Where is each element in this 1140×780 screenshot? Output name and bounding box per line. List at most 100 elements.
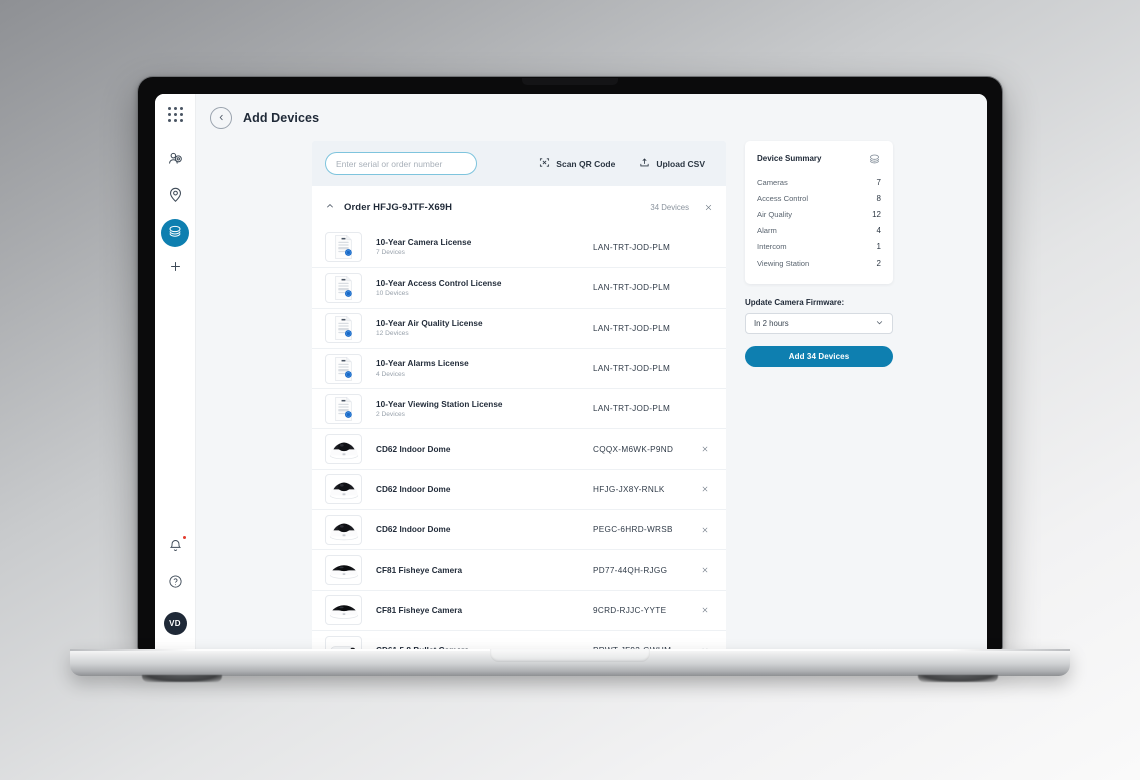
devices-stack-icon xyxy=(868,152,881,165)
remove-device-button[interactable] xyxy=(697,526,713,534)
table-row[interactable]: CD62 Indoor Dome PEGC-6HRD-WRSB xyxy=(312,509,726,549)
summary-row: Alarm 4 xyxy=(757,223,881,239)
order-title: Order HFJG-9JTF-X69H xyxy=(344,201,453,213)
remove-order-button[interactable] xyxy=(704,203,713,212)
upload-csv-button[interactable]: Upload CSV xyxy=(639,157,705,170)
device-serial: PD77-44QH-RJGG xyxy=(593,565,668,575)
scan-qr-code-label: Scan QR Code xyxy=(556,158,616,169)
summary-label: Access Control xyxy=(757,193,809,203)
avatar[interactable]: VD xyxy=(163,612,187,635)
table-row[interactable]: CD62 Indoor Dome CQQX-M6WK-P9ND xyxy=(312,428,726,468)
table-row[interactable]: CD61 5.8 Bullet CameraPRWT-JF92-GWHM xyxy=(312,629,726,651)
device-name: 10-Year Access Control License xyxy=(376,278,502,288)
device-serial: LAN-TRT-JOD-PLM xyxy=(593,323,671,333)
base-notch xyxy=(490,649,650,662)
device-serial: HFJG-JX8Y-RNLK xyxy=(593,484,665,494)
table-row[interactable]: 10-Year Camera License 7 Devices LAN-TRT-J… xyxy=(312,227,726,267)
table-row[interactable]: 10-Year Access Control License 10 Devices… xyxy=(312,267,726,307)
license-document-thumbnail xyxy=(325,353,362,384)
chevron-up-icon[interactable] xyxy=(325,198,335,216)
table-row[interactable]: CF81 Fisheye Camera 9CRD-RJJC-YYTE xyxy=(312,589,726,630)
bell-icon xyxy=(168,538,183,558)
device-serial: CQQX-M6WK-P9ND xyxy=(593,444,674,454)
row-text: CD62 Indoor Dome xyxy=(376,485,593,494)
content-area: Add Devices Enter serial or order number… xyxy=(196,94,987,651)
order-header[interactable]: Order HFJG-9JTF-X69H 34 Devices xyxy=(312,186,726,227)
help-circle-icon xyxy=(168,574,183,594)
sidebar-item-locations[interactable] xyxy=(161,183,189,211)
chevron-down-icon xyxy=(875,318,884,329)
top-bar: Add Devices xyxy=(196,94,987,141)
add-devices-button[interactable]: Add 34 Devices xyxy=(745,346,893,368)
notifications-button[interactable] xyxy=(161,534,189,562)
search-input[interactable] xyxy=(325,152,477,175)
summary-row: Cameras 7 xyxy=(757,174,881,190)
sidebar-item-add[interactable] xyxy=(161,255,189,283)
app-viewport: VD Add Devices Enter serial or order num… xyxy=(155,94,987,651)
page-title: Add Devices xyxy=(243,110,320,125)
upload-csv-label: Upload CSV xyxy=(656,158,705,169)
license-document-thumbnail xyxy=(325,272,362,303)
application: VD Add Devices Enter serial or order num… xyxy=(155,94,987,651)
summary-label: Viewing Station xyxy=(757,258,810,268)
device-name: CF81 Fisheye Camera xyxy=(376,605,463,615)
avatar-initials: VD xyxy=(169,619,181,628)
qr-scan-icon xyxy=(539,157,550,170)
webcam-notch xyxy=(522,78,618,85)
device-name: 10-Year Camera License xyxy=(376,237,472,247)
fisheye-camera-thumbnail xyxy=(325,555,362,586)
device-name: 10-Year Viewing Station License xyxy=(376,399,503,409)
device-name: CD62 Indoor Dome xyxy=(376,484,451,494)
sidebar-item-devices[interactable] xyxy=(161,219,189,247)
device-serial: PEGC-6HRD-WRSB xyxy=(593,525,673,535)
scan-qr-code-button[interactable]: Scan QR Code xyxy=(539,157,615,170)
summary-rows: Cameras 7 Access Control 8 Air Quality 12 Alar… xyxy=(757,174,881,271)
summary-row: Intercom 1 xyxy=(757,239,881,255)
device-serial: LAN-TRT-JOD-PLM xyxy=(593,283,671,293)
apps-grid-icon[interactable] xyxy=(167,107,183,122)
fisheye-camera-thumbnail xyxy=(325,595,362,626)
summary-value: 1 xyxy=(876,242,881,252)
table-row[interactable]: 10-Year Air Quality License 12 Devices LAN… xyxy=(312,307,726,348)
table-row[interactable]: CF81 Fisheye Camera PD77-44QH-RJGG xyxy=(312,549,726,589)
help-button[interactable] xyxy=(161,570,189,598)
summary-label: Air Quality xyxy=(757,209,793,219)
dome-camera-thumbnail xyxy=(325,434,362,465)
notification-dot xyxy=(182,535,187,540)
row-text: 10-Year Air Quality License 12 Devices xyxy=(376,319,593,338)
summary-label: Alarm xyxy=(757,226,777,236)
device-name: 10-Year Alarms License xyxy=(376,359,469,369)
remove-device-button[interactable] xyxy=(697,566,713,574)
summary-header: Device Summary xyxy=(757,152,881,165)
remove-device-button[interactable] xyxy=(697,606,713,614)
device-name: 10-Year Air Quality License xyxy=(376,318,483,328)
row-text: 10-Year Access Control License 10 Devices xyxy=(376,279,593,298)
device-list-panel: Scan QR Code xyxy=(312,141,726,651)
order-device-count: 34 Devices xyxy=(650,202,689,212)
table-row[interactable]: CD62 Indoor Dome HFJG-JX8Y-RNLK xyxy=(312,468,726,509)
remove-device-button[interactable] xyxy=(697,485,713,493)
firmware-selected-value: In 2 hours xyxy=(754,319,789,329)
device-name: CD62 Indoor Dome xyxy=(376,444,451,454)
device-name: CD62 Indoor Dome xyxy=(376,525,451,535)
summary-row: Air Quality 12 xyxy=(757,206,881,222)
summary-value: 12 xyxy=(872,209,881,219)
row-text: 10-Year Viewing Station License 2 Devices xyxy=(376,400,593,419)
table-row[interactable]: 10-Year Viewing Station License 2 Devices… xyxy=(312,388,726,428)
back-button[interactable] xyxy=(210,106,232,129)
firmware-select[interactable]: In 2 hours xyxy=(745,313,893,335)
device-serial: LAN-TRT-JOD-PLM xyxy=(593,364,671,374)
summary-value: 7 xyxy=(876,177,881,187)
summary-row: Viewing Station 2 xyxy=(757,255,881,271)
summary-value: 4 xyxy=(876,226,881,236)
device-serial: 9CRD-RJJC-YYTE xyxy=(593,605,667,615)
strip-actions: Scan QR Code Upload CSV xyxy=(539,157,713,170)
laptop-foot-right xyxy=(918,675,998,682)
plus-icon xyxy=(168,259,183,279)
sidebar-item-people[interactable] xyxy=(161,147,189,175)
row-text: CD62 Indoor Dome xyxy=(376,445,593,454)
dome-camera-thumbnail xyxy=(325,514,362,545)
laptop-mockup: VD Add Devices Enter serial or order num… xyxy=(0,0,1140,780)
remove-device-button[interactable] xyxy=(697,445,713,453)
table-row[interactable]: 10-Year Alarms License 4 Devices LAN-TRT-J… xyxy=(312,347,726,388)
